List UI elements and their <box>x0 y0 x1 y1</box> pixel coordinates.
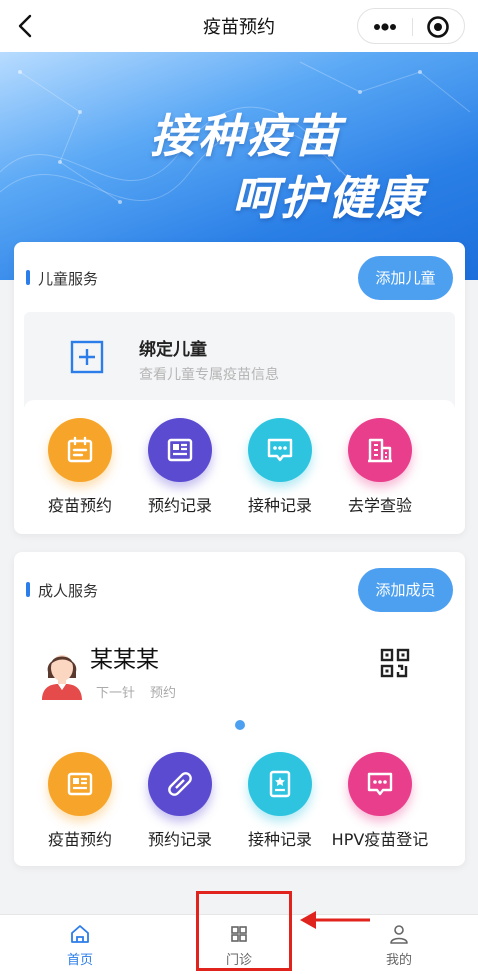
building-icon <box>348 418 412 482</box>
add-child-button[interactable]: 添加儿童 <box>358 256 453 300</box>
service-label: HPV疫苗登记 <box>331 830 429 849</box>
calendar-icon <box>48 418 112 482</box>
tab-label: 首页 <box>66 953 93 968</box>
child-appointment-records[interactable]: 预约记录 <box>130 418 230 516</box>
hpv-vaccine-registration[interactable]: HPV疫苗登记 <box>330 752 430 850</box>
school-check[interactable]: 去学查验 <box>330 418 430 516</box>
add-square-icon <box>70 340 104 374</box>
service-label: 预约记录 <box>147 496 212 515</box>
next-dose-value: 预约 <box>150 686 177 701</box>
adult-appointment-records[interactable]: 预约记录 <box>130 752 230 850</box>
chat-icon <box>248 418 312 482</box>
add-member-button[interactable]: 添加成员 <box>358 568 453 612</box>
record-icon <box>148 418 212 482</box>
adult-service-card: 成人服务 添加成员 某某某 下一针 预约 疫苗预约 预约记录 接种记录 HPV疫… <box>14 552 465 866</box>
qr-code-icon[interactable] <box>380 648 410 678</box>
service-label: 接种记录 <box>247 830 312 849</box>
more-icon[interactable] <box>369 13 401 41</box>
service-label: 接种记录 <box>247 496 312 515</box>
banner-slogan-line2: 呵护健康 <box>232 171 424 225</box>
child-vaccine-appointment[interactable]: 疫苗预约 <box>30 418 130 516</box>
adult-vaccine-appointment[interactable]: 疫苗预约 <box>30 752 130 850</box>
service-label: 疫苗预约 <box>47 830 112 849</box>
service-label: 预约记录 <box>147 830 212 849</box>
bind-child-panel[interactable]: 绑定儿童 查看儿童专属疫苗信息 <box>24 312 455 414</box>
member-name: 某某某 <box>90 647 159 673</box>
adult-vaccination-records[interactable]: 接种记录 <box>230 752 330 850</box>
bind-child-title: 绑定儿童 <box>139 340 207 360</box>
document-icon <box>48 752 112 816</box>
service-label: 疫苗预约 <box>47 496 112 515</box>
child-service-card: 儿童服务 添加儿童 绑定儿童 查看儿童专属疫苗信息 疫苗预约 预约记录 接种记录… <box>14 242 465 534</box>
pill-icon <box>148 752 212 816</box>
child-vaccination-records[interactable]: 接种记录 <box>230 418 330 516</box>
chat-icon <box>348 752 412 816</box>
bind-child-subtitle: 查看儿童专属疫苗信息 <box>139 367 279 383</box>
banner-slogan-line1: 接种疫苗 <box>150 109 342 163</box>
close-miniprogram-icon[interactable] <box>422 13 454 41</box>
capsule-divider <box>412 18 413 36</box>
annotation-arrow-icon <box>300 911 370 929</box>
tab-label: 我的 <box>385 953 412 968</box>
next-dose-label: 下一针 <box>96 686 136 701</box>
carousel-dot <box>235 720 245 730</box>
user-icon <box>390 925 408 944</box>
panel-edge <box>24 400 455 414</box>
tab-home[interactable]: 首页 <box>30 915 130 974</box>
section-title: 成人服务 <box>38 582 99 600</box>
home-icon <box>71 925 89 943</box>
service-label: 去学查验 <box>347 496 412 515</box>
section-marker <box>26 270 30 285</box>
navigation-bar: 疫苗预约 <box>0 0 478 52</box>
section-marker <box>26 582 30 597</box>
certificate-icon <box>248 752 312 816</box>
annotation-highlight-box <box>196 891 292 971</box>
section-title: 儿童服务 <box>38 270 99 288</box>
miniprogram-capsule <box>357 8 465 44</box>
avatar <box>42 655 82 700</box>
